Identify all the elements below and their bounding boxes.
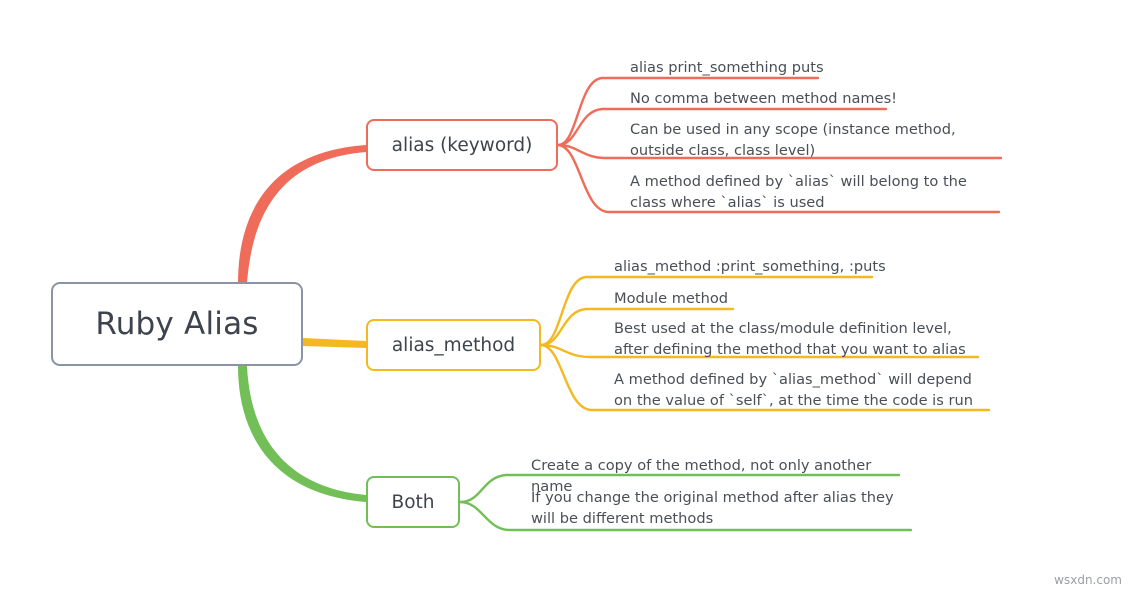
leaf-node[interactable]: Module method [614,289,994,310]
leaf-node-text: No comma between method names! [630,90,898,107]
watermark-text: wsxdn.com [1054,573,1122,587]
leaf-node[interactable]: A method defined by `alias` will belong … [630,172,1000,213]
branch-node-label: alias (keyword) [391,134,533,156]
connector-root-to-alias [238,145,366,283]
leaf-node[interactable]: alias_method :print_something, :puts [614,257,994,278]
branch-node-label: Both [391,491,435,513]
leaf-node[interactable]: alias print_something puts [630,58,1010,79]
mindmap-canvas: Ruby Alias alias (keyword) alias_method … [0,0,1132,593]
branch-node-both[interactable]: Both [366,476,460,528]
root-node[interactable]: Ruby Alias [51,282,303,366]
branch-node-alias-keyword[interactable]: alias (keyword) [366,119,558,171]
branch-node-alias-method[interactable]: alias_method [366,319,541,371]
leaf-node[interactable]: No comma between method names! [630,89,1010,110]
leaf-node-text: alias_method :print_something, :puts [614,258,886,275]
connector-root-to-alias-method [303,338,366,348]
leaf-node-text: alias print_something puts [630,59,824,76]
leaf-node[interactable]: A method defined by `alias_method` will … [614,370,986,411]
leaf-node[interactable]: If you change the original method after … [531,488,905,529]
leaf-node[interactable]: Best used at the class/module definition… [614,319,982,360]
leaf-node-text: A method defined by `alias_method` will … [614,371,973,409]
leaf-node[interactable]: Can be used in any scope (instance metho… [630,120,1002,161]
leaf-node-text: Best used at the class/module definition… [614,320,966,358]
leaf-node-text: A method defined by `alias` will belong … [630,173,967,211]
root-node-label: Ruby Alias [95,306,259,342]
leaf-node-text: Module method [614,290,729,307]
leaf-node-text: Can be used in any scope (instance metho… [630,121,956,159]
branch-node-label: alias_method [391,334,516,356]
leaf-node-text: If you change the original method after … [531,489,894,527]
watermark: wsxdn.com [1054,573,1122,587]
connector-root-to-both [238,366,366,502]
